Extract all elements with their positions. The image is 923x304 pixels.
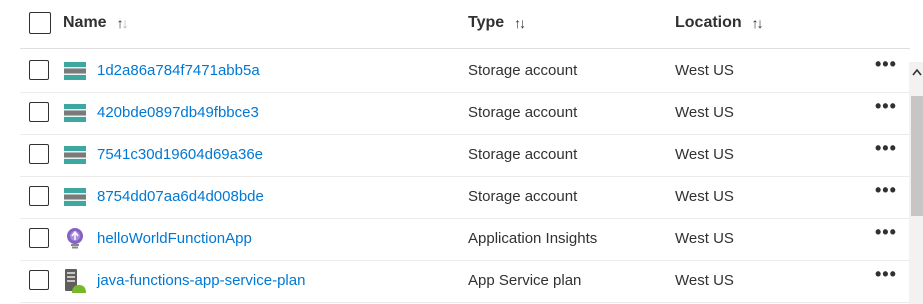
resource-name-link[interactable]: 420bde0897db49fbbce3 bbox=[97, 104, 259, 121]
resource-location: West US bbox=[675, 146, 734, 163]
table-row[interactable]: java-functions-app-service-plan App Serv… bbox=[20, 260, 910, 303]
resource-name-link[interactable]: java-functions-app-service-plan bbox=[97, 272, 305, 289]
app-service-plan-icon bbox=[65, 269, 86, 293]
resource-type: Storage account bbox=[468, 188, 578, 205]
storage-account-icon bbox=[64, 146, 86, 164]
resource-type: Application Insights bbox=[468, 230, 598, 247]
resource-name-link[interactable]: 7541c30d19604d69a36e bbox=[97, 146, 263, 163]
resource-location: West US bbox=[675, 188, 734, 205]
resource-location: West US bbox=[675, 230, 734, 247]
more-options-icon[interactable]: ••• bbox=[875, 264, 897, 285]
table-row[interactable]: 8754dd07aa6d4d008bde Storage account Wes… bbox=[20, 176, 910, 219]
resource-location: West US bbox=[675, 104, 734, 121]
row-checkbox[interactable] bbox=[29, 144, 49, 164]
storage-account-icon bbox=[64, 104, 86, 122]
select-all-checkbox[interactable] bbox=[29, 12, 51, 34]
resource-type: Storage account bbox=[468, 104, 578, 121]
scrollbar-thumb[interactable] bbox=[911, 96, 923, 216]
storage-account-icon bbox=[64, 188, 86, 206]
grid-header: Name ↑↓ Type ↑↓ Location ↑↓ bbox=[20, 0, 910, 49]
row-checkbox[interactable] bbox=[29, 60, 49, 80]
more-options-icon[interactable]: ••• bbox=[875, 138, 897, 159]
column-header-name-label: Name bbox=[63, 14, 107, 31]
table-row[interactable]: helloWorldFunctionApp Application Insigh… bbox=[20, 218, 910, 261]
resource-name-link[interactable]: 8754dd07aa6d4d008bde bbox=[97, 188, 264, 205]
more-options-icon[interactable]: ••• bbox=[875, 222, 897, 243]
column-header-location[interactable]: Location ↑↓ bbox=[675, 14, 764, 32]
row-checkbox[interactable] bbox=[29, 186, 49, 206]
application-insights-icon bbox=[67, 228, 83, 249]
more-options-icon[interactable]: ••• bbox=[875, 180, 897, 201]
resource-name-link[interactable]: helloWorldFunctionApp bbox=[97, 230, 252, 247]
table-row[interactable]: 1d2a86a784f7471abb5a Storage account Wes… bbox=[20, 50, 910, 93]
sort-icon[interactable]: ↑↓ bbox=[117, 15, 129, 31]
chevron-up-icon[interactable] bbox=[911, 64, 923, 80]
column-header-type[interactable]: Type ↑↓ bbox=[468, 14, 526, 32]
row-checkbox[interactable] bbox=[29, 270, 49, 290]
storage-account-icon bbox=[64, 62, 86, 80]
resource-name-link[interactable]: 1d2a86a784f7471abb5a bbox=[97, 62, 260, 79]
sort-icon[interactable]: ↑↓ bbox=[752, 15, 764, 31]
more-options-icon[interactable]: ••• bbox=[875, 96, 897, 117]
resource-location: West US bbox=[675, 62, 734, 79]
more-options-icon[interactable]: ••• bbox=[875, 54, 897, 75]
column-header-name[interactable]: Name ↑↓ bbox=[63, 14, 129, 32]
column-header-type-label: Type bbox=[468, 14, 505, 31]
resource-grid: Name ↑↓ Type ↑↓ Location ↑↓ 1d2a86a784f7… bbox=[0, 0, 923, 304]
row-checkbox[interactable] bbox=[29, 228, 49, 248]
row-checkbox[interactable] bbox=[29, 102, 49, 122]
sort-icon[interactable]: ↑↓ bbox=[514, 15, 526, 31]
column-header-location-label: Location bbox=[675, 14, 742, 31]
resource-location: West US bbox=[675, 272, 734, 289]
resource-type: Storage account bbox=[468, 62, 578, 79]
table-row[interactable]: 7541c30d19604d69a36e Storage account Wes… bbox=[20, 134, 910, 177]
resource-type: Storage account bbox=[468, 146, 578, 163]
resource-type: App Service plan bbox=[468, 272, 582, 289]
table-row[interactable]: 420bde0897db49fbbce3 Storage account Wes… bbox=[20, 92, 910, 135]
